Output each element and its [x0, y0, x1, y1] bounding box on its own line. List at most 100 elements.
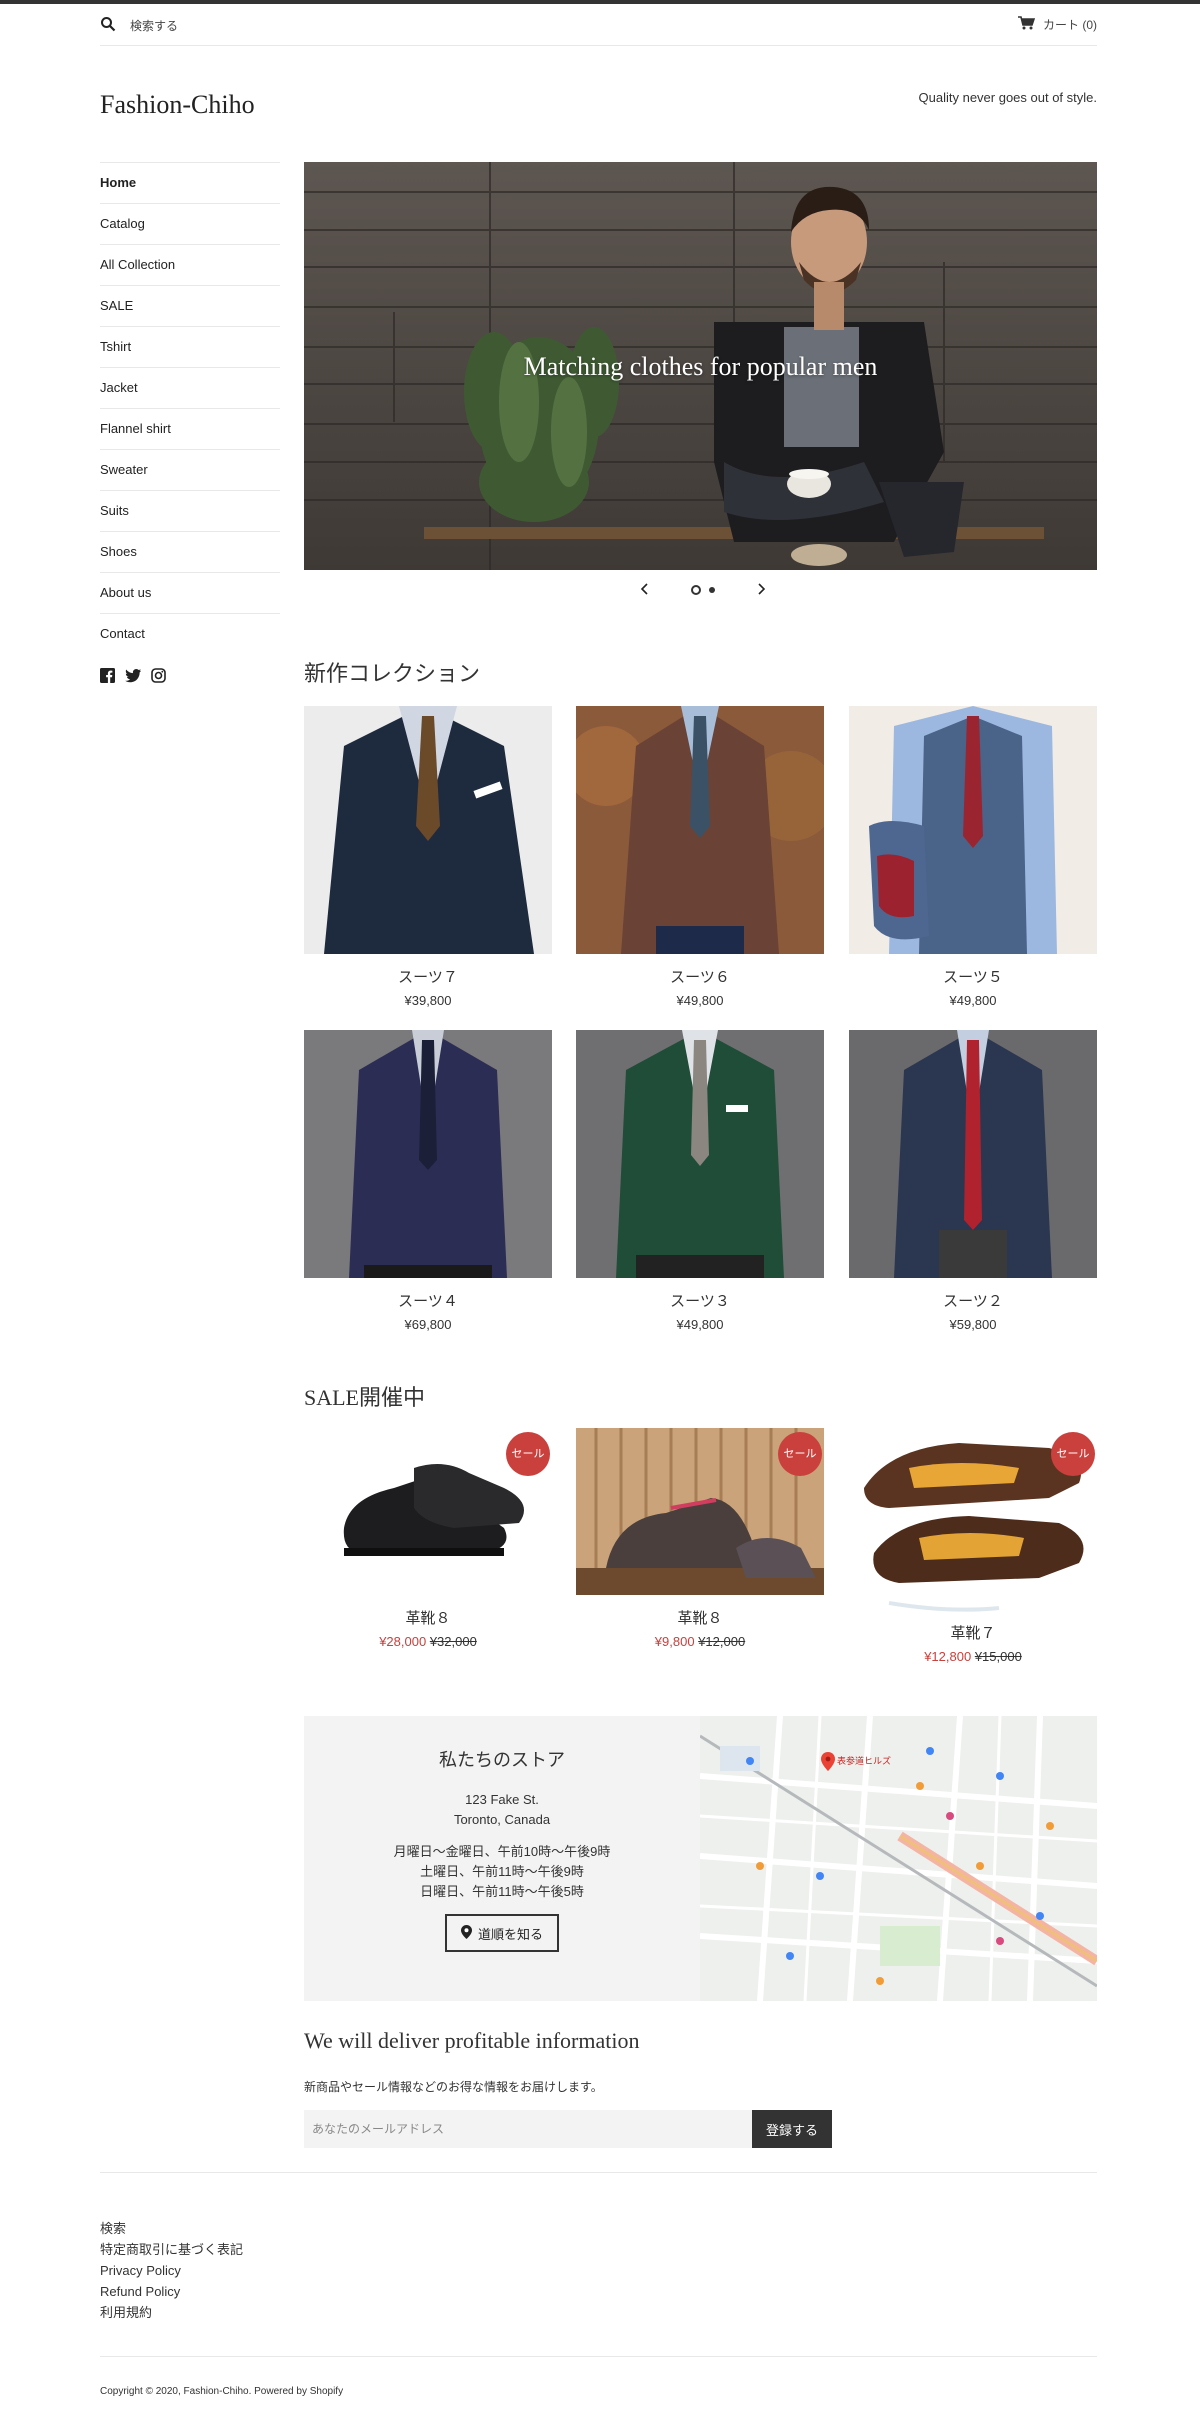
powered-by-link[interactable]: Powered by Shopify [254, 2386, 343, 2397]
footer-link-search[interactable]: 検索 [100, 2218, 243, 2239]
prev-slide-icon[interactable] [640, 582, 650, 598]
product-price: ¥28,000 ¥32,000 [304, 1634, 552, 1649]
product-name[interactable]: 革靴８ [304, 1607, 552, 1628]
product-card[interactable]: スーツ４ ¥69,800 [304, 1030, 552, 1332]
product-card[interactable]: スーツ６ ¥49,800 [576, 706, 824, 1008]
store-map[interactable]: 表参道ヒルズ [700, 1716, 1097, 2001]
footer-link-privacy-policy[interactable]: Privacy Policy [100, 2260, 243, 2281]
twitter-icon[interactable] [125, 668, 142, 686]
sidebar-item-all-collection[interactable]: All Collection [100, 244, 280, 285]
sidebar-item-jacket[interactable]: Jacket [100, 367, 280, 408]
sale-price: ¥12,800 [924, 1649, 972, 1664]
directions-button[interactable]: 道順を知る [444, 1914, 559, 1952]
newsletter-title: We will deliver profitable information [304, 2028, 640, 2053]
store-hours-line: 土曜日、午前11時〜午後9時 [420, 1864, 584, 1879]
product-name[interactable]: 革靴７ [849, 1622, 1097, 1643]
slide-dot-1[interactable] [691, 585, 701, 595]
sale-product-card[interactable]: セール 革靴７ ¥12,800 ¥15,000 [849, 1428, 1097, 1664]
sale-product-card[interactable]: セール 革靴８ ¥9,800 ¥12,000 [576, 1428, 824, 1649]
product-name[interactable]: スーツ６ [576, 966, 824, 987]
product-price: ¥59,800 [949, 1317, 997, 1332]
product-name[interactable]: スーツ２ [849, 1290, 1097, 1311]
original-price: ¥32,000 [429, 1634, 477, 1649]
product-name[interactable]: スーツ４ [304, 1290, 552, 1311]
sale-badge: セール [1051, 1432, 1095, 1476]
product-card[interactable]: スーツ３ ¥49,800 [576, 1030, 824, 1332]
cart-link[interactable]: カート (0) [1017, 16, 1097, 33]
sale-price: ¥28,000 [379, 1634, 427, 1649]
search-input[interactable] [130, 18, 330, 33]
product-image[interactable] [304, 1030, 552, 1278]
product-price: ¥49,800 [949, 993, 997, 1008]
sidebar-item-flannel-shirt[interactable]: Flannel shirt [100, 408, 280, 449]
newsletter-form: 登録する [304, 2110, 832, 2148]
copyright-brand-link[interactable]: Fashion-Chiho [184, 2386, 249, 2397]
sale-badge: セール [506, 1432, 550, 1476]
store-hours-line: 日曜日、午前11時〜午後5時 [420, 1884, 584, 1899]
sale-grid: セール 革靴８ ¥28,000 ¥32,000 セール 革靴８ ¥9,800 ¥… [304, 1428, 1097, 1668]
sidebar-item-shoes[interactable]: Shoes [100, 531, 280, 572]
product-name[interactable]: スーツ５ [849, 966, 1097, 987]
product-image[interactable]: セール [304, 1428, 552, 1595]
copyright-prefix: Copyright © 2020, [100, 2386, 184, 2397]
next-slide-icon[interactable] [756, 582, 766, 598]
product-image[interactable] [849, 1030, 1097, 1278]
footer-divider [100, 2356, 1097, 2357]
sale-product-card[interactable]: セール 革靴８ ¥28,000 ¥32,000 [304, 1428, 552, 1649]
sidebar-item-contact[interactable]: Contact [100, 613, 280, 654]
sidebar-item-about-us[interactable]: About us [100, 572, 280, 613]
slide-dots [691, 585, 715, 595]
sidebar-item-sale[interactable]: SALE [100, 285, 280, 326]
email-field[interactable] [304, 2110, 752, 2148]
footer-links: 検索 特定商取引に基づく表記 Privacy Policy Refund Pol… [100, 2218, 243, 2323]
sidebar-item-home[interactable]: Home [100, 162, 280, 203]
original-price: ¥12,000 [698, 1634, 746, 1649]
sidebar-item-sweater[interactable]: Sweater [100, 449, 280, 490]
footer-link-refund-policy[interactable]: Refund Policy [100, 2281, 243, 2302]
product-name[interactable]: スーツ７ [304, 966, 552, 987]
product-card[interactable]: スーツ７ ¥39,800 [304, 706, 552, 1008]
sidebar-item-suits[interactable]: Suits [100, 490, 280, 531]
product-card[interactable]: スーツ５ ¥49,800 [849, 706, 1097, 1008]
footer-link-terms[interactable]: 利用規約 [100, 2302, 243, 2323]
cart-icon [1017, 16, 1036, 33]
new-collection-grid: スーツ７ ¥39,800 スーツ６ ¥49,800 スーツ５ ¥49,800 ス… [304, 706, 1097, 1332]
slideshow-controls [640, 580, 766, 600]
facebook-icon[interactable] [100, 668, 115, 686]
site-header: カート (0) [100, 4, 1097, 46]
store-hours-line: 月曜日〜金曜日、午前10時〜午後9時 [393, 1844, 611, 1859]
product-image[interactable] [576, 1030, 824, 1278]
search-icon[interactable] [100, 16, 116, 35]
product-price: ¥69,800 [404, 1317, 452, 1332]
product-price: ¥39,800 [404, 993, 452, 1008]
product-card[interactable]: スーツ２ ¥59,800 [849, 1030, 1097, 1332]
newsletter-description: 新商品やセール情報などのお得な情報をお届けします。 [304, 2080, 603, 2094]
store-address-line: 123 Fake St. [465, 1792, 539, 1807]
product-image[interactable] [849, 706, 1097, 954]
directions-label: 道順を知る [477, 1926, 543, 1942]
instagram-icon[interactable] [151, 668, 166, 686]
product-image[interactable] [304, 706, 552, 954]
store-hours: 月曜日〜金曜日、午前10時〜午後9時 土曜日、午前11時〜午後9時 日曜日、午前… [304, 1842, 700, 1902]
map-pin-icon [460, 1924, 472, 1942]
footer-link-legal-notice[interactable]: 特定商取引に基づく表記 [100, 2239, 243, 2260]
sale-section-title: SALE開催中 [304, 1385, 426, 1410]
hero-title: Matching clothes for popular men [523, 352, 878, 381]
product-image[interactable]: セール [576, 1428, 824, 1595]
slide-dot-2[interactable] [709, 587, 715, 593]
subscribe-button[interactable]: 登録する [752, 2110, 832, 2148]
product-price: ¥49,800 [676, 993, 724, 1008]
original-price: ¥15,000 [974, 1649, 1022, 1664]
product-name[interactable]: スーツ３ [576, 1290, 824, 1311]
store-title: 私たちのストア [439, 1750, 565, 1770]
social-links [100, 668, 280, 686]
product-image[interactable]: セール [849, 1428, 1097, 1618]
product-price: ¥9,800 ¥12,000 [576, 1634, 824, 1649]
product-name[interactable]: 革靴８ [576, 1607, 824, 1628]
footer-divider [100, 2172, 1097, 2173]
sidebar-item-catalog[interactable]: Catalog [100, 203, 280, 244]
site-logo[interactable]: Fashion-Chiho [100, 90, 255, 120]
site-tagline: Quality never goes out of style. [918, 90, 1097, 105]
sidebar-item-tshirt[interactable]: Tshirt [100, 326, 280, 367]
product-image[interactable] [576, 706, 824, 954]
